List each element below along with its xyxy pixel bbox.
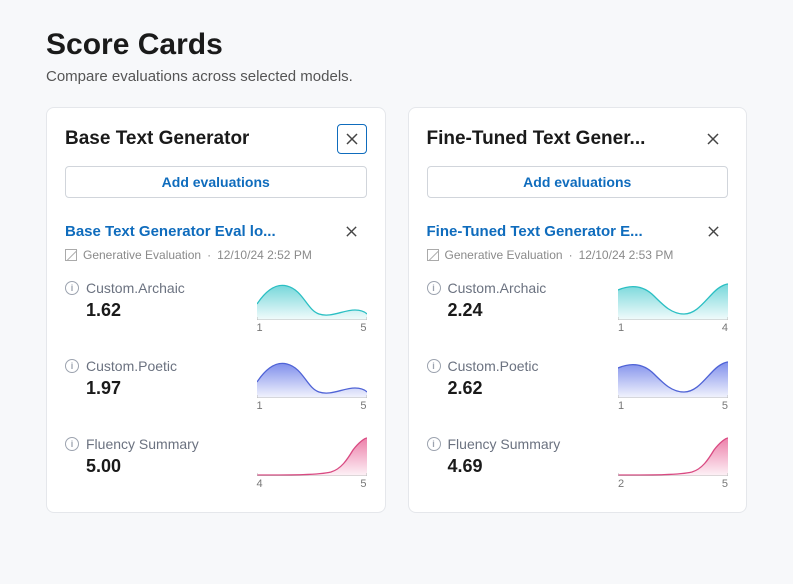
- metric-name: i Fluency Summary: [65, 436, 243, 452]
- eval-header: Base Text Generator Eval lo...: [65, 216, 367, 246]
- info-icon[interactable]: i: [427, 359, 441, 373]
- generative-eval-icon: [427, 249, 439, 261]
- eval-meta: Generative Evaluation · 12/10/24 2:52 PM: [65, 248, 367, 262]
- score-card: Fine-Tuned Text Gener... Add evaluations…: [408, 107, 748, 513]
- score-card: Base Text Generator Add evaluations Base…: [46, 107, 386, 513]
- sparkline-chart: 1 5: [257, 358, 367, 412]
- axis-max: 5: [360, 478, 366, 490]
- sparkline-chart: 1 5: [257, 280, 367, 334]
- eval-type-label: Generative Evaluation: [445, 248, 563, 262]
- metric-value: 5.00: [86, 456, 243, 477]
- page-heading: Score Cards Compare evaluations across s…: [46, 28, 747, 85]
- evaluation-link[interactable]: Fine-Tuned Text Generator E...: [427, 223, 643, 240]
- eval-header: Fine-Tuned Text Generator E...: [427, 216, 729, 246]
- metric-value: 4.69: [448, 456, 605, 477]
- close-card-button[interactable]: [698, 124, 728, 154]
- evaluation-link[interactable]: Base Text Generator Eval lo...: [65, 223, 276, 240]
- axis-max: 4: [722, 322, 728, 334]
- info-icon[interactable]: i: [427, 437, 441, 451]
- eval-meta: Generative Evaluation · 12/10/24 2:53 PM: [427, 248, 729, 262]
- sparkline-svg: [618, 358, 728, 398]
- remove-evaluation-button[interactable]: [337, 216, 367, 246]
- sparkline-chart: 2 5: [618, 436, 728, 490]
- metric-value: 1.97: [86, 378, 243, 399]
- axis-max: 5: [360, 322, 366, 334]
- card-header: Base Text Generator: [65, 124, 367, 154]
- add-evaluations-button[interactable]: Add evaluations: [65, 166, 367, 198]
- axis-min: 2: [618, 478, 624, 490]
- sparkline-svg: [257, 358, 367, 398]
- metric-row: i Custom.Archaic 1.62 1 5: [65, 280, 367, 334]
- axis-min: 1: [257, 400, 263, 412]
- axis-min: 1: [618, 400, 624, 412]
- eval-timestamp: 12/10/24 2:53 PM: [579, 248, 674, 262]
- remove-evaluation-button[interactable]: [698, 216, 728, 246]
- metric-name: i Custom.Poetic: [427, 358, 605, 374]
- axis-max: 5: [360, 400, 366, 412]
- metric-row: i Custom.Poetic 2.62 1 5: [427, 358, 729, 412]
- close-icon: [707, 225, 720, 238]
- sparkline-svg: [257, 280, 367, 320]
- sparkline-chart: 4 5: [257, 436, 367, 490]
- info-icon[interactable]: i: [65, 281, 79, 295]
- page-title: Score Cards: [46, 28, 747, 62]
- axis-max: 5: [722, 478, 728, 490]
- sparkline-svg: [618, 280, 728, 320]
- axis-min: 1: [257, 322, 263, 334]
- card-title: Fine-Tuned Text Gener...: [427, 128, 646, 150]
- info-icon[interactable]: i: [65, 359, 79, 373]
- axis-min: 4: [257, 478, 263, 490]
- metric-row: i Fluency Summary 5.00 4 5: [65, 436, 367, 490]
- card-title: Base Text Generator: [65, 128, 249, 150]
- metric-value: 1.62: [86, 300, 243, 321]
- metric-name: i Custom.Archaic: [427, 280, 605, 296]
- info-icon[interactable]: i: [65, 437, 79, 451]
- generative-eval-icon: [65, 249, 77, 261]
- add-evaluations-button[interactable]: Add evaluations: [427, 166, 729, 198]
- close-icon: [345, 132, 359, 146]
- metric-row: i Fluency Summary 4.69 2 5: [427, 436, 729, 490]
- eval-timestamp: 12/10/24 2:52 PM: [217, 248, 312, 262]
- close-icon: [706, 132, 720, 146]
- metric-name: i Custom.Archaic: [65, 280, 243, 296]
- metric-row: i Custom.Archaic 2.24 1 4: [427, 280, 729, 334]
- close-card-button[interactable]: [337, 124, 367, 154]
- sparkline-svg: [257, 436, 367, 476]
- metric-name: i Fluency Summary: [427, 436, 605, 452]
- axis-min: 1: [618, 322, 624, 334]
- eval-type-label: Generative Evaluation: [83, 248, 201, 262]
- metric-value: 2.62: [448, 378, 605, 399]
- sparkline-chart: 1 4: [618, 280, 728, 334]
- sparkline-svg: [618, 436, 728, 476]
- sparkline-chart: 1 5: [618, 358, 728, 412]
- metric-value: 2.24: [448, 300, 605, 321]
- metric-name: i Custom.Poetic: [65, 358, 243, 374]
- cards-container: Base Text Generator Add evaluations Base…: [46, 107, 747, 513]
- metric-row: i Custom.Poetic 1.97 1 5: [65, 358, 367, 412]
- close-icon: [345, 225, 358, 238]
- page-subtitle: Compare evaluations across selected mode…: [46, 68, 747, 85]
- axis-max: 5: [722, 400, 728, 412]
- card-header: Fine-Tuned Text Gener...: [427, 124, 729, 154]
- info-icon[interactable]: i: [427, 281, 441, 295]
